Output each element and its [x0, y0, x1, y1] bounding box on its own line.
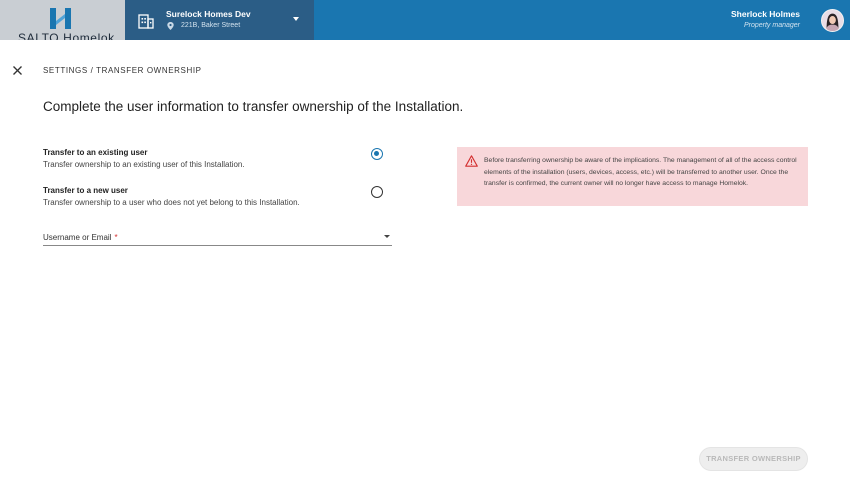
radio-existing-user[interactable] [371, 148, 383, 160]
option-description: Transfer ownership to an existing user o… [43, 160, 245, 169]
option-description: Transfer ownership to a user who does no… [43, 198, 300, 207]
close-icon[interactable] [11, 64, 24, 77]
avatar[interactable] [821, 9, 844, 32]
radio-selected-dot [374, 151, 380, 157]
page-title: Complete the user information to transfe… [43, 99, 464, 114]
user-name: Sherlock Holmes [731, 9, 800, 19]
logo-text: SALTO Homelok [18, 31, 115, 40]
brand-logo[interactable]: SALTO Homelok [0, 0, 125, 40]
breadcrumb: SETTINGS / TRANSFER OWNERSHIP [43, 66, 202, 75]
radio-new-user[interactable] [371, 186, 383, 198]
warning-text: Before transferring ownership be aware o… [484, 157, 797, 187]
site-selector[interactable]: Surelock Homes Dev 221B, Baker Street [125, 0, 314, 40]
option-title: Transfer to a new user [43, 186, 128, 195]
warning-triangle-icon [465, 155, 478, 167]
building-icon [138, 14, 154, 29]
transfer-ownership-button[interactable]: TRANSFER OWNERSHIP [699, 447, 808, 471]
field-label-text: Username or Email [43, 233, 112, 242]
top-bar: SALTO Homelok Surelock Homes Dev 221B, B… [0, 0, 850, 40]
user-role: Property manager [743, 22, 800, 29]
homelok-logo-icon [50, 8, 71, 29]
chevron-down-icon[interactable] [293, 17, 299, 21]
user-avatar-icon [822, 10, 843, 31]
field-label: Username or Email * [43, 233, 118, 242]
site-address: 221B, Baker Street [181, 22, 241, 29]
location-pin-icon [167, 22, 174, 30]
warning-banner: Before transferring ownership be aware o… [457, 147, 808, 206]
dropdown-arrow-icon[interactable] [384, 235, 390, 238]
required-mark: * [114, 233, 118, 242]
site-name: Surelock Homes Dev [166, 9, 251, 19]
username-email-select[interactable]: Username or Email * [43, 228, 392, 246]
option-title: Transfer to an existing user [43, 148, 148, 157]
option-new-user[interactable]: Transfer to a new user Transfer ownershi… [43, 186, 388, 207]
option-existing-user[interactable]: Transfer to an existing user Transfer ow… [43, 148, 388, 169]
